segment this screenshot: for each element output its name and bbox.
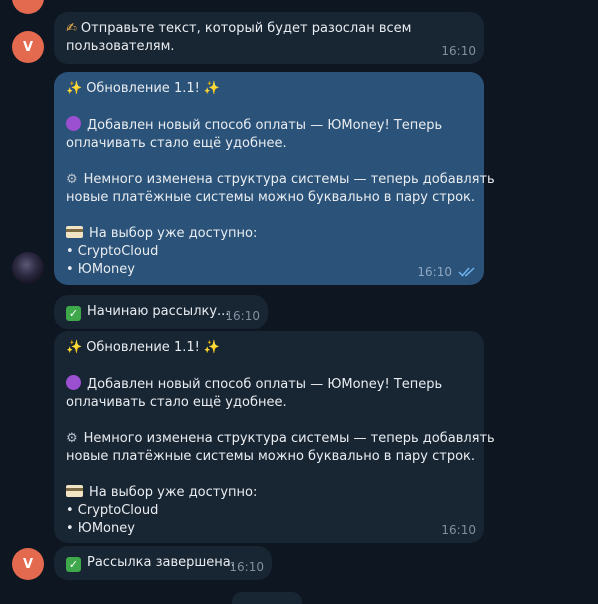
message-text: На выбор уже доступно: [89,485,258,500]
message-title-line: ✨ Обновление 1.1! ✨ [66,339,472,357]
message-text: На выбор уже доступно: [89,226,258,241]
message-starting[interactable]: ✓ Начинаю рассылку... 16:10 [54,295,268,329]
sparkles-icon: ✨ [203,340,221,355]
message-title: Обновление 1.1! [86,340,200,355]
avatar-letter: V [22,556,34,572]
message-line: Добавлен новый способ оплаты — ЮMoney! Т… [66,375,472,394]
message-title-line: ✨ Обновление 1.1! ✨ [66,80,472,98]
message-text: Добавлен новый способ оплаты — ЮMoney! Т… [87,377,443,392]
message-line: На выбор уже доступно: [66,225,472,243]
message-broadcast-outgoing[interactable]: ✨ Обновление 1.1! ✨ Добавлен новый способ … [54,72,495,285]
message-text: Немного изменена структура системы — теп… [83,431,495,446]
credit-card-icon [66,226,83,238]
message-time: 16:10 [441,523,476,537]
sparkles-icon: ✨ [203,81,221,96]
list-item: • ЮMoney [66,262,135,277]
message-text: оплачивать стало ещё удобнее. [66,136,287,151]
message-text: Немного изменена структура системы — теп… [83,172,495,187]
message-text: новые платёжные системы можно буквально … [66,449,476,464]
message-line: ⚙ Немного изменена структура системы — те… [66,430,495,448]
avatar-letter: V [22,39,34,55]
message-prompt[interactable]: ✍ Отправьте текст, который будет разослан… [54,12,484,64]
credit-card-icon [66,485,83,497]
message-time: 16:10 [417,265,452,279]
message-line: На выбор уже доступно: [66,484,472,502]
message-partial[interactable] [232,592,302,604]
message-time: 16:10 [225,309,260,323]
message-text: пользователям. [66,39,175,54]
list-item: • ЮMoney [66,521,135,536]
message-line: ✍ Отправьте текст, который будет разослан… [66,20,472,38]
list-item: • CryptoCloud [66,503,159,518]
gear-icon: ⚙ [66,431,78,446]
writing-hand-icon: ✍ [66,21,77,36]
double-check-icon [458,267,475,277]
bot-avatar[interactable]: V [12,31,44,63]
list-item: • CryptoCloud [66,244,159,259]
message-text: Отправьте текст, который будет разослан … [80,21,412,36]
purple-circle-icon [66,375,81,390]
message-line: Добавлен новый способ оплаты — ЮMoney! Т… [66,116,472,135]
message-broadcast-incoming[interactable]: ✨ Обновление 1.1! ✨ Добавлен новый способ … [54,331,495,543]
avatar-partial[interactable] [12,0,44,14]
user-avatar[interactable] [12,252,44,284]
message-text: Начинаю рассылку... [87,304,230,319]
bot-avatar[interactable]: V [12,548,44,580]
message-time: 16:10 [229,560,264,574]
message-line: ⚙ Немного изменена структура системы — те… [66,171,495,189]
message-text: Рассылка завершена. [87,555,235,570]
message-title: Обновление 1.1! [86,81,200,96]
message-text: Добавлен новый способ оплаты — ЮMoney! Т… [87,118,443,133]
message-text: оплачивать стало ещё удобнее. [66,395,287,410]
sparkles-icon: ✨ [66,81,83,96]
check-mark-icon: ✓ [66,557,81,572]
message-time: 16:10 [441,44,476,58]
message-text: новые платёжные системы можно буквально … [66,190,476,205]
sparkles-icon: ✨ [66,340,83,355]
message-finished[interactable]: ✓ Рассылка завершена. 16:10 [54,546,272,580]
purple-circle-icon [66,116,81,131]
check-mark-icon: ✓ [66,306,81,321]
gear-icon: ⚙ [66,172,78,187]
